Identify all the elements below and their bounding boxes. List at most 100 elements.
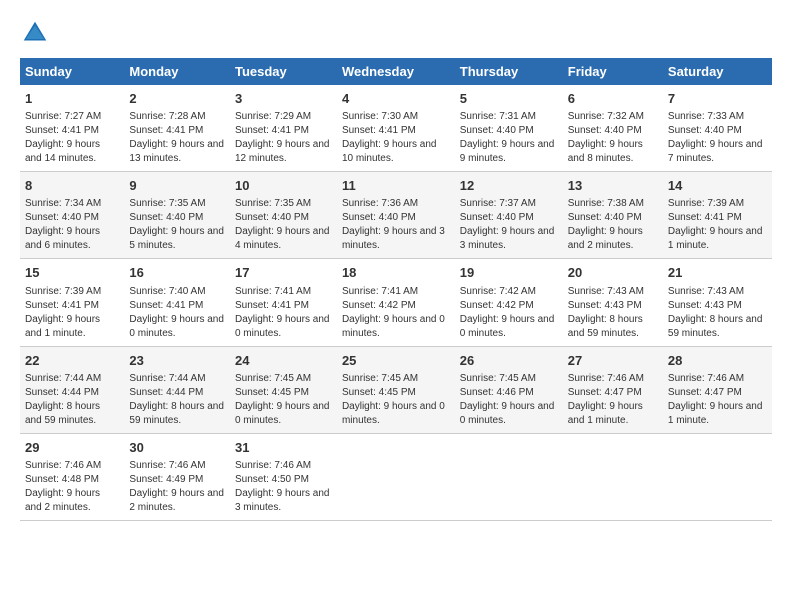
- sunrise-text: Sunrise: 7:46 AM: [235, 460, 311, 471]
- daylight-text: Daylight: 9 hours and 2 minutes.: [129, 488, 224, 513]
- header-thursday: Thursday: [455, 58, 563, 85]
- calendar-cell: [563, 433, 663, 520]
- day-number: 20: [568, 264, 658, 282]
- header-monday: Monday: [124, 58, 230, 85]
- sunrise-text: Sunrise: 7:34 AM: [25, 198, 101, 209]
- sunrise-text: Sunrise: 7:35 AM: [235, 198, 311, 209]
- day-number: 7: [668, 90, 767, 108]
- page-container: SundayMondayTuesdayWednesdayThursdayFrid…: [0, 0, 792, 531]
- sunrise-text: Sunrise: 7:30 AM: [342, 111, 418, 122]
- daylight-text: Daylight: 9 hours and 2 minutes.: [25, 488, 100, 513]
- sunrise-text: Sunrise: 7:46 AM: [129, 460, 205, 471]
- calendar-cell: 24Sunrise: 7:45 AMSunset: 4:45 PMDayligh…: [230, 346, 337, 433]
- sunrise-text: Sunrise: 7:33 AM: [668, 111, 744, 122]
- sunset-text: Sunset: 4:43 PM: [668, 300, 742, 311]
- day-number: 10: [235, 177, 332, 195]
- calendar-cell: 8Sunrise: 7:34 AMSunset: 4:40 PMDaylight…: [20, 172, 124, 259]
- sunset-text: Sunset: 4:40 PM: [129, 212, 203, 223]
- calendar-cell: 25Sunrise: 7:45 AMSunset: 4:45 PMDayligh…: [337, 346, 455, 433]
- calendar-cell: 17Sunrise: 7:41 AMSunset: 4:41 PMDayligh…: [230, 259, 337, 346]
- daylight-text: Daylight: 8 hours and 59 minutes.: [668, 314, 763, 339]
- day-number: 29: [25, 439, 119, 457]
- sunrise-text: Sunrise: 7:32 AM: [568, 111, 644, 122]
- daylight-text: Daylight: 9 hours and 2 minutes.: [568, 226, 643, 251]
- daylight-text: Daylight: 9 hours and 3 minutes.: [342, 226, 445, 251]
- header-wednesday: Wednesday: [337, 58, 455, 85]
- daylight-text: Daylight: 8 hours and 59 minutes.: [25, 401, 100, 426]
- sunrise-text: Sunrise: 7:44 AM: [129, 373, 205, 384]
- calendar-cell: 21Sunrise: 7:43 AMSunset: 4:43 PMDayligh…: [663, 259, 772, 346]
- calendar-cell: [337, 433, 455, 520]
- sunrise-text: Sunrise: 7:37 AM: [460, 198, 536, 209]
- sunrise-text: Sunrise: 7:46 AM: [25, 460, 101, 471]
- sunrise-text: Sunrise: 7:40 AM: [129, 286, 205, 297]
- calendar-cell: 3Sunrise: 7:29 AMSunset: 4:41 PMDaylight…: [230, 85, 337, 172]
- sunrise-text: Sunrise: 7:35 AM: [129, 198, 205, 209]
- logo: [20, 18, 54, 48]
- sunset-text: Sunset: 4:49 PM: [129, 474, 203, 485]
- sunrise-text: Sunrise: 7:28 AM: [129, 111, 205, 122]
- sunset-text: Sunset: 4:41 PM: [668, 212, 742, 223]
- calendar-cell: 6Sunrise: 7:32 AMSunset: 4:40 PMDaylight…: [563, 85, 663, 172]
- sunset-text: Sunset: 4:44 PM: [25, 387, 99, 398]
- daylight-text: Daylight: 9 hours and 10 minutes.: [342, 139, 437, 164]
- day-number: 13: [568, 177, 658, 195]
- calendar-cell: 2Sunrise: 7:28 AMSunset: 4:41 PMDaylight…: [124, 85, 230, 172]
- daylight-text: Daylight: 8 hours and 59 minutes.: [568, 314, 643, 339]
- sunset-text: Sunset: 4:43 PM: [568, 300, 642, 311]
- day-number: 28: [668, 352, 767, 370]
- day-number: 27: [568, 352, 658, 370]
- calendar-cell: [455, 433, 563, 520]
- daylight-text: Daylight: 9 hours and 0 minutes.: [235, 314, 330, 339]
- sunrise-text: Sunrise: 7:45 AM: [460, 373, 536, 384]
- daylight-text: Daylight: 9 hours and 14 minutes.: [25, 139, 100, 164]
- sunset-text: Sunset: 4:42 PM: [342, 300, 416, 311]
- day-number: 3: [235, 90, 332, 108]
- sunset-text: Sunset: 4:41 PM: [25, 300, 99, 311]
- daylight-text: Daylight: 9 hours and 0 minutes.: [129, 314, 224, 339]
- header-friday: Friday: [563, 58, 663, 85]
- sunset-text: Sunset: 4:40 PM: [342, 212, 416, 223]
- day-number: 4: [342, 90, 450, 108]
- day-number: 26: [460, 352, 558, 370]
- day-number: 6: [568, 90, 658, 108]
- sunrise-text: Sunrise: 7:46 AM: [568, 373, 644, 384]
- calendar-cell: 14Sunrise: 7:39 AMSunset: 4:41 PMDayligh…: [663, 172, 772, 259]
- calendar-cell: 5Sunrise: 7:31 AMSunset: 4:40 PMDaylight…: [455, 85, 563, 172]
- calendar-cell: [663, 433, 772, 520]
- calendar-header: SundayMondayTuesdayWednesdayThursdayFrid…: [20, 58, 772, 85]
- header-saturday: Saturday: [663, 58, 772, 85]
- calendar-cell: 18Sunrise: 7:41 AMSunset: 4:42 PMDayligh…: [337, 259, 455, 346]
- day-number: 23: [129, 352, 225, 370]
- calendar-cell: 28Sunrise: 7:46 AMSunset: 4:47 PMDayligh…: [663, 346, 772, 433]
- daylight-text: Daylight: 9 hours and 0 minutes.: [235, 401, 330, 426]
- calendar-cell: 13Sunrise: 7:38 AMSunset: 4:40 PMDayligh…: [563, 172, 663, 259]
- sunrise-text: Sunrise: 7:42 AM: [460, 286, 536, 297]
- calendar-cell: 19Sunrise: 7:42 AMSunset: 4:42 PMDayligh…: [455, 259, 563, 346]
- day-number: 9: [129, 177, 225, 195]
- day-number: 2: [129, 90, 225, 108]
- sunset-text: Sunset: 4:44 PM: [129, 387, 203, 398]
- daylight-text: Daylight: 9 hours and 3 minutes.: [460, 226, 555, 251]
- calendar-cell: 11Sunrise: 7:36 AMSunset: 4:40 PMDayligh…: [337, 172, 455, 259]
- calendar-cell: 1Sunrise: 7:27 AMSunset: 4:41 PMDaylight…: [20, 85, 124, 172]
- calendar-cell: 9Sunrise: 7:35 AMSunset: 4:40 PMDaylight…: [124, 172, 230, 259]
- sunrise-text: Sunrise: 7:41 AM: [342, 286, 418, 297]
- sunrise-text: Sunrise: 7:29 AM: [235, 111, 311, 122]
- sunrise-text: Sunrise: 7:45 AM: [342, 373, 418, 384]
- day-number: 25: [342, 352, 450, 370]
- sunrise-text: Sunrise: 7:39 AM: [668, 198, 744, 209]
- calendar-cell: 20Sunrise: 7:43 AMSunset: 4:43 PMDayligh…: [563, 259, 663, 346]
- daylight-text: Daylight: 9 hours and 0 minutes.: [342, 401, 445, 426]
- sunrise-text: Sunrise: 7:38 AM: [568, 198, 644, 209]
- sunset-text: Sunset: 4:41 PM: [129, 125, 203, 136]
- sunset-text: Sunset: 4:41 PM: [129, 300, 203, 311]
- day-number: 14: [668, 177, 767, 195]
- day-number: 5: [460, 90, 558, 108]
- sunset-text: Sunset: 4:50 PM: [235, 474, 309, 485]
- sunset-text: Sunset: 4:40 PM: [668, 125, 742, 136]
- sunset-text: Sunset: 4:41 PM: [235, 125, 309, 136]
- sunset-text: Sunset: 4:40 PM: [568, 125, 642, 136]
- daylight-text: Daylight: 9 hours and 1 minute.: [668, 401, 763, 426]
- sunrise-text: Sunrise: 7:43 AM: [668, 286, 744, 297]
